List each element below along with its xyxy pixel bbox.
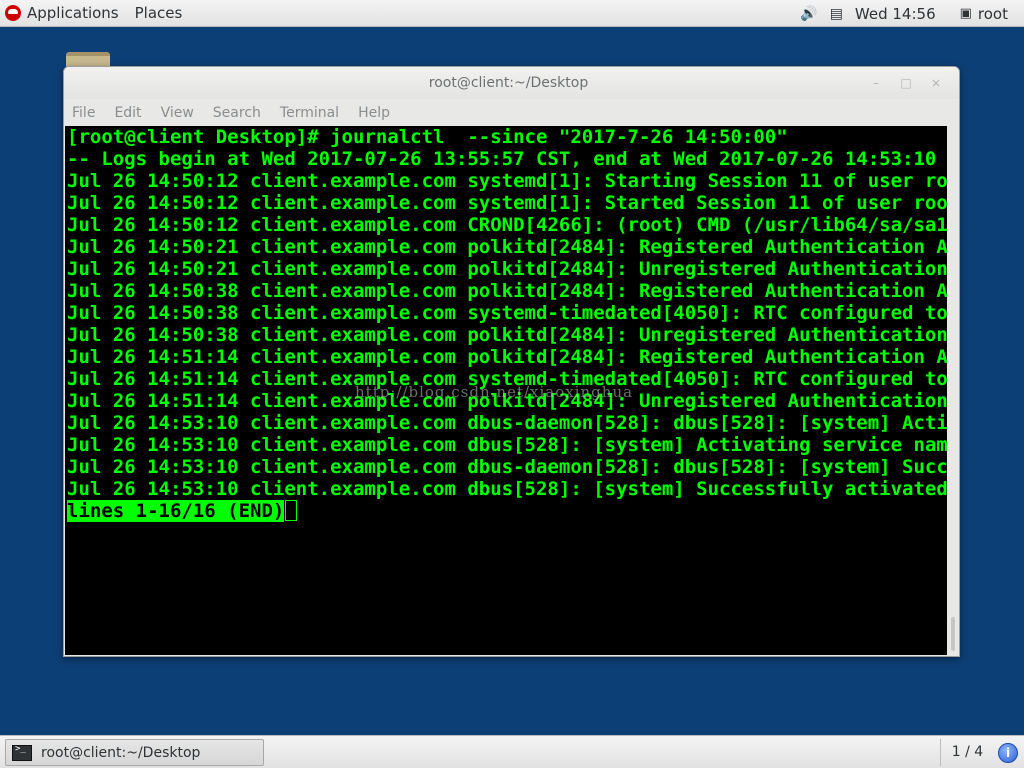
terminal-line: Jul 26 14:50:38 client.example.com polki…: [67, 324, 948, 346]
menu-help[interactable]: Help: [358, 105, 390, 121]
terminal-line: Jul 26 14:53:10 client.example.com dbus[…: [67, 434, 948, 456]
terminal-line: [root@client Desktop]# journalctl --sinc…: [67, 126, 788, 148]
places-menu[interactable]: Places: [135, 0, 183, 27]
top-panel: Applications Places 🔊 ▤ Wed 14:56 ▣ root: [0, 0, 1024, 27]
applications-menu[interactable]: Applications: [5, 0, 119, 27]
notification-info-icon[interactable]: i: [998, 743, 1018, 763]
bottom-panel: root@client:~/Desktop 1 / 4 i: [0, 735, 1024, 768]
terminal-icon: [12, 744, 32, 761]
menu-search[interactable]: Search: [213, 105, 261, 121]
menu-terminal[interactable]: Terminal: [280, 105, 339, 121]
terminal-line: Jul 26 14:53:10 client.example.com dbus-…: [67, 412, 948, 434]
pager-status: lines 1-16/16 (END): [67, 500, 285, 522]
clock[interactable]: Wed 14:56: [855, 5, 936, 23]
taskbar-window-label: root@client:~/Desktop: [41, 744, 201, 761]
status-area: 🔊 ▤ Wed 14:56 ▣ root: [800, 0, 1024, 27]
text-cursor: [285, 500, 298, 521]
redhat-icon: [5, 5, 21, 21]
terminal-line: Jul 26 14:50:21 client.example.com polki…: [67, 236, 948, 258]
window-titlebar[interactable]: root@client:~/Desktop – □ ×: [64, 67, 959, 99]
close-button[interactable]: ×: [921, 73, 951, 93]
terminal-line: Jul 26 14:51:14 client.example.com polki…: [67, 346, 948, 368]
terminal-line: Jul 26 14:50:12 client.example.com syste…: [67, 192, 948, 214]
pager-status-line: lines 1-16/16 (END): [65, 500, 948, 522]
terminal-line: Jul 26 14:50:12 client.example.com CROND…: [67, 214, 948, 236]
terminal-line: Jul 26 14:50:38 client.example.com polki…: [67, 280, 948, 302]
watermark: http://blog.csdn.net/xiaoxinghua: [355, 383, 634, 401]
terminal-line: Jul 26 14:53:10 client.example.com dbus[…: [67, 478, 948, 500]
applications-label: Applications: [27, 4, 119, 22]
terminal-line: Jul 26 14:50:38 client.example.com syste…: [67, 302, 948, 324]
scrollbar-thumb[interactable]: [951, 617, 955, 651]
terminal-line: -- Logs begin at Wed 2017-07-26 13:55:57…: [67, 148, 948, 170]
menu-edit[interactable]: Edit: [114, 105, 141, 121]
menubar: File Edit View Search Terminal Help: [64, 99, 959, 126]
terminal-window: root@client:~/Desktop – □ × File Edit Vi…: [63, 66, 960, 657]
user-menu[interactable]: ▣ root: [960, 0, 1008, 27]
terminal-scrollbar[interactable]: [947, 126, 959, 655]
menu-file[interactable]: File: [72, 105, 95, 121]
user-icon: ▣: [959, 6, 972, 21]
terminal-output[interactable]: [root@client Desktop]# journalctl --sinc…: [65, 126, 948, 655]
terminal-line: Jul 26 14:53:10 client.example.com dbus-…: [67, 456, 948, 478]
user-name: root: [977, 4, 1008, 23]
volume-icon[interactable]: 🔊: [800, 6, 817, 22]
maximize-button[interactable]: □: [891, 73, 921, 93]
network-icon[interactable]: ▤: [830, 6, 843, 22]
window-title: root@client:~/Desktop: [428, 75, 589, 91]
minimize-button[interactable]: –: [861, 73, 891, 93]
places-label: Places: [134, 4, 183, 22]
terminal-line: Jul 26 14:50:12 client.example.com syste…: [67, 170, 948, 192]
window-controls: – □ ×: [861, 73, 951, 93]
menu-view[interactable]: View: [161, 105, 194, 121]
terminal-line: Jul 26 14:50:21 client.example.com polki…: [67, 258, 948, 280]
taskbar-window-button[interactable]: root@client:~/Desktop: [5, 739, 264, 766]
workspace-switcher[interactable]: 1 / 4: [940, 739, 994, 766]
